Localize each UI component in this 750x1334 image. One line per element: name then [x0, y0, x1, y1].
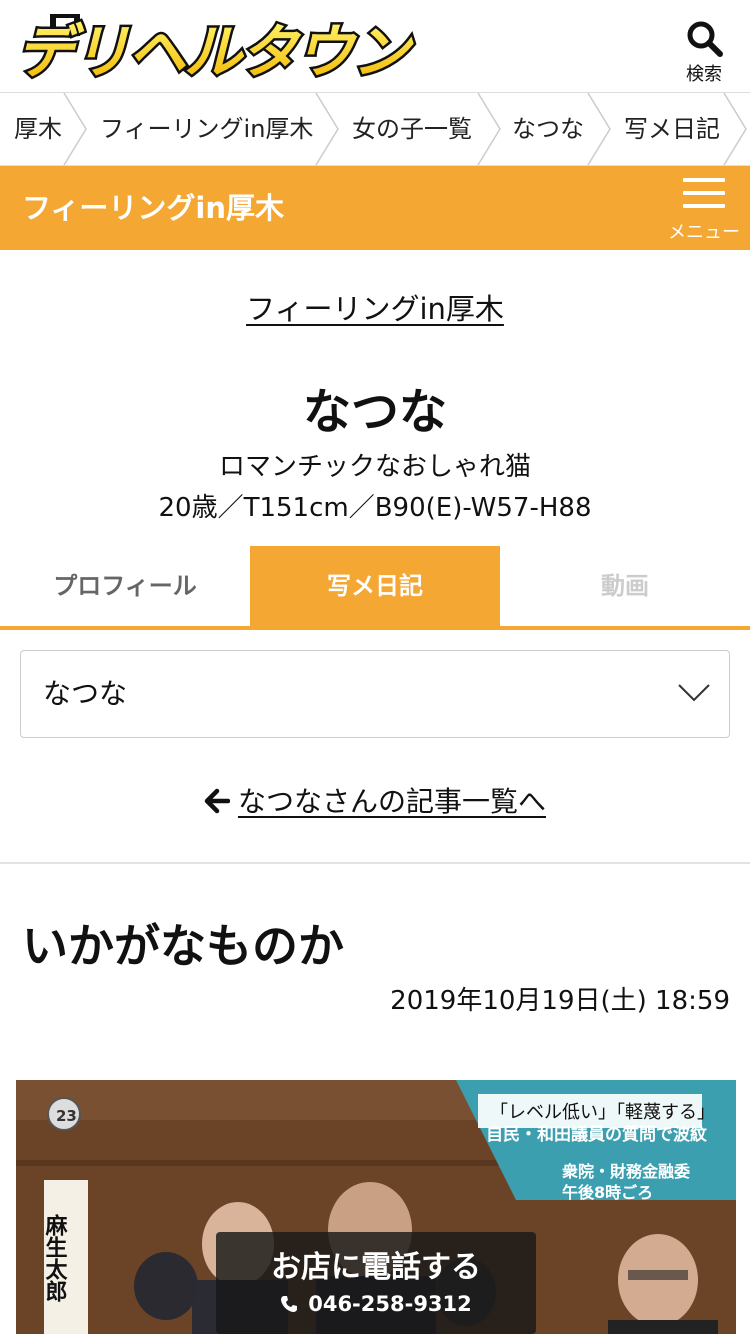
tab-video: 動画 [601, 572, 649, 600]
logo-graphic: デリヘルタウン [14, 14, 419, 89]
shop-bar: フィーリングin厚木 メニュー [0, 166, 750, 250]
breadcrumb-item-area[interactable]: 厚木 [14, 93, 62, 165]
shop-bar-title[interactable]: フィーリングin厚木 [22, 166, 284, 250]
breadcrumb-item-girls[interactable]: 女の子一覧 [352, 93, 472, 165]
menu-label: メニュー [668, 222, 740, 243]
call-shop-label: お店に電話する [271, 1250, 481, 1285]
tab-profile[interactable]: プロフィール [0, 546, 250, 626]
breadcrumb-separator-icon [477, 93, 501, 165]
breadcrumb-separator-icon [63, 93, 87, 165]
photo-channel-logo: 23 [56, 1107, 77, 1125]
tab-photo-diary[interactable]: 写メ日記 [250, 546, 500, 626]
back-link[interactable]: なつなさんの記事一覧へ [0, 780, 750, 820]
call-shop-button[interactable]: お店に電話する 046-258-9312 [216, 1232, 536, 1334]
shop-link-text[interactable]: フィーリングin厚木 [246, 292, 504, 326]
call-phone-number: 046-258-9312 [308, 1292, 472, 1316]
breadcrumb-item-shop[interactable]: フィーリングin厚木 [100, 93, 313, 165]
search-button[interactable]: 検索 [680, 18, 728, 88]
breadcrumb-separator-icon [587, 93, 611, 165]
girl-select[interactable]: なつな [20, 650, 730, 738]
photo-caption-3: 衆院・財務金融委 [562, 1162, 691, 1181]
girl-name: なつな [302, 384, 447, 440]
logo-text: デリヘルタウン [16, 18, 414, 82]
search-label: 検索 [686, 64, 722, 85]
menu-button[interactable]: メニュー [664, 178, 744, 244]
breadcrumb-separator-icon [723, 93, 747, 165]
call-phone-line: 046-258-9312 [216, 1292, 536, 1316]
hamburger-icon [683, 178, 725, 208]
site-logo[interactable]: デリヘルタウン [10, 12, 419, 89]
shop-link: フィーリングin厚木 [0, 286, 750, 328]
chevron-down-icon [678, 684, 710, 702]
photo-caption-1: 「レベル低い」「軽蔑する」 [490, 1102, 715, 1123]
photo-caption-2: 自民・和田議員の質問で波紋 [486, 1124, 707, 1145]
girl-select-value: なつな [43, 677, 128, 710]
photo-name-caption: 麻生太郎 [42, 1213, 69, 1302]
girl-catch-copy: ロマンチックなおしゃれ猫 [218, 452, 531, 482]
breadcrumb-item-diary[interactable]: 写メ日記 [624, 93, 720, 165]
post-title: いかがなものか [22, 919, 344, 973]
breadcrumb: 厚木 フィーリングin厚木 女の子一覧 なつな 写メ日記 [0, 92, 750, 166]
profile-tabs: プロフィール 写メ日記 動画 [0, 546, 750, 630]
girl-specs: 20歳／T151cm／B90(E)-W57-H88 [158, 493, 592, 523]
post-date: 2019年10月19日(土) 18:59 [390, 986, 730, 1016]
photo-caption-4: 午後8時ごろ [562, 1183, 653, 1202]
search-icon [687, 21, 723, 57]
breadcrumb-item-girl[interactable]: なつな [512, 93, 584, 165]
arrow-left-icon [204, 788, 231, 814]
section-divider [0, 862, 750, 864]
phone-icon [281, 1296, 298, 1312]
back-link-text: なつなさんの記事一覧へ [237, 785, 546, 818]
site-header: デリヘルタウン 検索 [0, 0, 750, 92]
breadcrumb-separator-icon [315, 93, 339, 165]
